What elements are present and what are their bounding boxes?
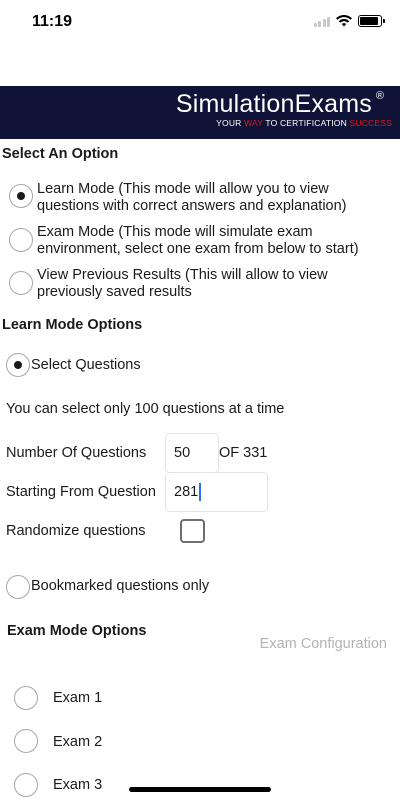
brand-logo-title: SimulationExams <box>175 90 372 118</box>
bookmarked-label[interactable]: Bookmarked questions only <box>31 578 209 594</box>
learn-mode-label-line: questions with correct answers and expla… <box>37 198 347 214</box>
exam-1-radio[interactable] <box>14 686 38 710</box>
learn-mode-label-line: Learn Mode (This mode will allow you to … <box>37 181 329 197</box>
registered-mark: ® <box>375 90 384 102</box>
randomize-checkbox[interactable] <box>180 519 205 543</box>
cellular-signal-icon <box>313 16 330 27</box>
exam-mode-label[interactable]: Exam Mode (This mode will simulate exam … <box>37 224 359 258</box>
previous-results-label[interactable]: View Previous Results (This will allow t… <box>37 267 328 301</box>
previous-results-label-line: previously saved results <box>37 284 192 300</box>
status-bar: 11:19 <box>0 0 400 44</box>
number-of-questions-input[interactable]: 50 <box>165 433 219 473</box>
brand-tagline: YOUR WAY TO CERTIFICATION SUCCESS <box>216 118 392 128</box>
select-questions-radio[interactable] <box>6 353 30 377</box>
bookmarked-radio[interactable] <box>6 575 30 599</box>
tagline-part: TO CERTIFICATION <box>262 118 350 128</box>
learn-mode-radio[interactable] <box>9 184 33 208</box>
select-option-title: Select An Option <box>2 146 119 162</box>
total-questions-text: OF 331 <box>219 445 268 461</box>
number-of-questions-value: 50 <box>174 445 191 461</box>
exam-mode-label-line: Exam Mode (This mode will simulate exam <box>37 224 313 240</box>
battery-icon <box>358 15 385 27</box>
exam-mode-label-line: environment, select one exam from below … <box>37 241 359 257</box>
text-caret <box>199 483 201 501</box>
question-limit-note: You can select only 100 questions at a t… <box>6 401 285 417</box>
starting-question-value: 281 <box>174 484 199 500</box>
starting-question-label: Starting From Question <box>6 484 156 500</box>
randomize-label: Randomize questions <box>6 523 146 539</box>
exam-1-label[interactable]: Exam 1 <box>53 690 102 706</box>
exam-2-radio[interactable] <box>14 729 38 753</box>
starting-question-input[interactable]: 281 <box>165 472 268 512</box>
exam-mode-options-title: Exam Mode Options <box>7 623 147 639</box>
previous-results-label-line: View Previous Results (This will allow t… <box>37 267 328 283</box>
previous-results-radio[interactable] <box>9 271 33 295</box>
exam-3-radio[interactable] <box>14 773 38 797</box>
status-icons <box>313 15 385 27</box>
learn-mode-options-title: Learn Mode Options <box>2 317 143 333</box>
brand-banner: SimulationExams ® YOUR WAY TO CERTIFICAT… <box>0 86 400 139</box>
wifi-icon <box>336 15 352 27</box>
exam-2-label[interactable]: Exam 2 <box>53 734 102 750</box>
learn-mode-label[interactable]: Learn Mode (This mode will allow you to … <box>37 181 347 215</box>
select-questions-label[interactable]: Select Questions <box>31 357 141 373</box>
exam-3-label[interactable]: Exam 3 <box>53 777 102 793</box>
number-of-questions-label: Number Of Questions <box>6 445 147 461</box>
exam-mode-radio[interactable] <box>9 228 33 252</box>
tagline-part-accent: SUCCESS <box>349 118 392 128</box>
exam-configuration-link[interactable]: Exam Configuration <box>260 636 387 652</box>
status-time: 11:19 <box>32 13 73 30</box>
home-indicator <box>129 787 271 792</box>
tagline-part-accent: WAY <box>244 118 263 128</box>
tagline-part: YOUR <box>216 118 245 128</box>
